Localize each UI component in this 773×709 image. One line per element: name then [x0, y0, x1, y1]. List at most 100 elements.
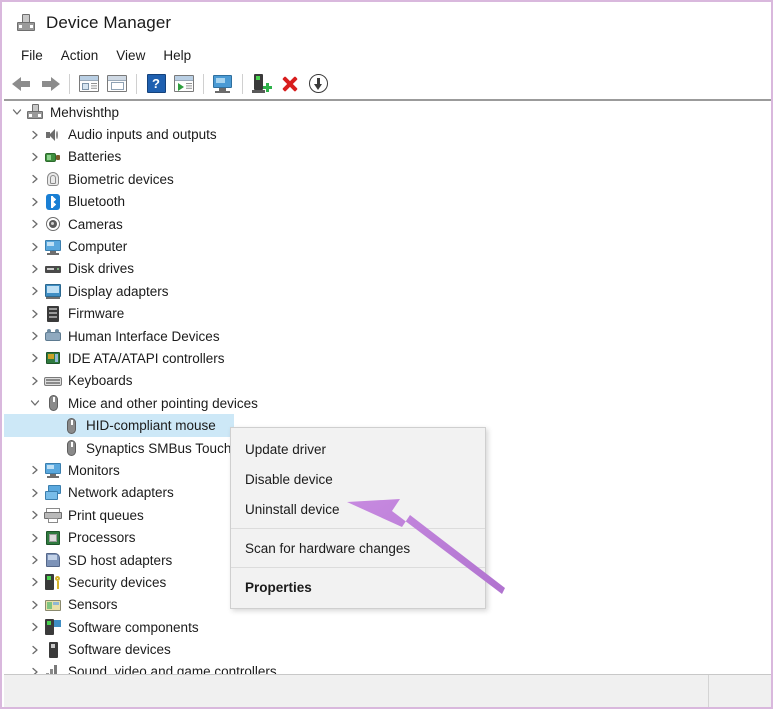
- help-button[interactable]: ?: [142, 71, 170, 97]
- chevron-right-icon[interactable]: [26, 152, 44, 162]
- forward-arrow-icon: [40, 76, 60, 92]
- tree-item[interactable]: Human Interface Devices: [4, 325, 771, 347]
- chevron-right-icon[interactable]: [26, 645, 44, 655]
- chevron-right-icon[interactable]: [26, 488, 44, 498]
- show-hide-console-tree-button[interactable]: [75, 71, 103, 97]
- tree-item-label: Cameras: [68, 216, 123, 232]
- toolbar-separator: [136, 73, 137, 94]
- menu-bar: File Action View Help: [4, 42, 771, 68]
- uninstall-device-button[interactable]: [276, 71, 304, 97]
- tree-item[interactable]: Software components: [4, 616, 771, 638]
- chevron-down-icon[interactable]: [8, 107, 26, 117]
- chevron-down-icon[interactable]: [26, 398, 44, 408]
- tree-item[interactable]: IDE ATA/ATAPI controllers: [4, 347, 771, 369]
- chevron-right-icon[interactable]: [26, 130, 44, 140]
- context-menu[interactable]: Update driver Disable device Uninstall dev…: [230, 427, 486, 609]
- network-adapter-icon: [44, 484, 62, 502]
- camera-icon: [44, 215, 62, 233]
- menu-view[interactable]: View: [107, 45, 154, 66]
- software-component-icon: [44, 618, 62, 636]
- hid-icon: [44, 327, 62, 345]
- tree-item[interactable]: Sound, video and game controllers: [4, 661, 771, 674]
- tree-item[interactable]: Software devices: [4, 638, 771, 660]
- scan-display-button[interactable]: [209, 71, 237, 97]
- sound-icon: [44, 663, 62, 674]
- chevron-right-icon[interactable]: [26, 264, 44, 274]
- tree-item-label: HID-compliant mouse: [86, 418, 216, 434]
- chevron-right-icon[interactable]: [26, 555, 44, 565]
- tree-item[interactable]: Display adapters: [4, 280, 771, 302]
- chevron-right-icon[interactable]: [26, 465, 44, 475]
- tree-item-label: Print queues: [68, 507, 144, 523]
- chevron-right-icon[interactable]: [26, 533, 44, 543]
- chevron-right-icon[interactable]: [26, 353, 44, 363]
- chevron-right-icon[interactable]: [26, 577, 44, 587]
- tree-item-label: Software devices: [68, 642, 171, 658]
- tree-item[interactable]: Firmware: [4, 303, 771, 325]
- tree-item-label: Disk drives: [68, 261, 135, 277]
- status-bar: [4, 674, 771, 707]
- tree-item[interactable]: Audio inputs and outputs: [4, 123, 771, 145]
- tree-item[interactable]: Biometric devices: [4, 168, 771, 190]
- tree-item-label: Keyboards: [68, 373, 133, 389]
- ctx-disable-device[interactable]: Disable device: [231, 464, 485, 494]
- tree-item-label: IDE ATA/ATAPI controllers: [68, 350, 225, 366]
- chevron-right-icon[interactable]: [26, 197, 44, 207]
- ctx-update-driver[interactable]: Update driver: [231, 434, 485, 464]
- tree-item-label: Mehvishthp: [50, 104, 120, 120]
- fingerprint-icon: [44, 170, 62, 188]
- properties-icon: [107, 75, 127, 92]
- computer-root-icon: [26, 103, 44, 121]
- monitor-icon: [44, 238, 62, 256]
- scan-for-hardware-changes-button[interactable]: [248, 71, 276, 97]
- chevron-right-icon[interactable]: [26, 510, 44, 520]
- chevron-right-icon[interactable]: [26, 376, 44, 386]
- tree-item-label: Batteries: [68, 149, 122, 165]
- tree-item[interactable]: Computer: [4, 235, 771, 257]
- context-menu-separator: [231, 567, 485, 568]
- security-device-icon: [44, 573, 62, 591]
- ctx-scan-hardware[interactable]: Scan for hardware changes: [231, 533, 485, 563]
- menu-action[interactable]: Action: [52, 45, 108, 66]
- menu-file[interactable]: File: [12, 45, 52, 66]
- chevron-right-icon[interactable]: [26, 600, 44, 610]
- update-driver-button[interactable]: [170, 71, 198, 97]
- chevron-right-icon[interactable]: [26, 242, 44, 252]
- tree-item[interactable]: Cameras: [4, 213, 771, 235]
- chevron-right-icon[interactable]: [26, 309, 44, 319]
- tree-item-label: Firmware: [68, 306, 125, 322]
- window-title: Device Manager: [46, 13, 172, 32]
- chevron-right-icon[interactable]: [26, 174, 44, 184]
- tree-root-item[interactable]: Mehvishthp: [4, 101, 771, 123]
- tree-item[interactable]: Mice and other pointing devices: [4, 392, 771, 414]
- ctx-uninstall-device[interactable]: Uninstall device: [231, 494, 485, 524]
- speaker-icon: [44, 126, 62, 144]
- mouse-icon: [62, 439, 80, 457]
- tree-item[interactable]: Disk drives: [4, 258, 771, 280]
- forward-button[interactable]: [36, 71, 64, 97]
- tree-item-label: Bluetooth: [68, 194, 126, 210]
- chevron-right-icon[interactable]: [26, 219, 44, 229]
- ctx-properties[interactable]: Properties: [231, 572, 485, 602]
- help-icon: ?: [146, 74, 166, 93]
- console-tree-icon: [79, 75, 99, 92]
- monitor-icon: [212, 74, 234, 93]
- title-bar: Device Manager: [4, 4, 771, 42]
- properties-button[interactable]: [103, 71, 131, 97]
- tree-item[interactable]: Batteries: [4, 146, 771, 168]
- chevron-right-icon[interactable]: [26, 286, 44, 296]
- toolbar-separator: [203, 73, 204, 94]
- tree-item[interactable]: Bluetooth: [4, 191, 771, 213]
- chevron-right-icon[interactable]: [26, 667, 44, 674]
- tree-item[interactable]: Keyboards: [4, 370, 771, 392]
- ide-controller-icon: [44, 349, 62, 367]
- back-button[interactable]: [8, 71, 36, 97]
- menu-help[interactable]: Help: [154, 45, 200, 66]
- device-manager-icon: [16, 13, 36, 33]
- disable-device-button[interactable]: [304, 71, 332, 97]
- tree-item-label: Security devices: [68, 574, 167, 590]
- chevron-right-icon[interactable]: [26, 331, 44, 341]
- toolbar-separator: [69, 73, 70, 94]
- chevron-right-icon[interactable]: [26, 622, 44, 632]
- back-arrow-icon: [12, 76, 32, 92]
